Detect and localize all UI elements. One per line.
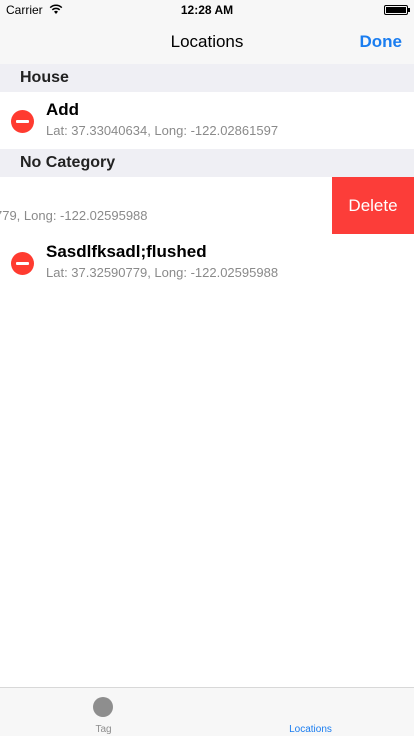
circle-icon (93, 697, 113, 717)
location-coordinates: Lat: 37.33040634, Long: -122.02861597 (46, 123, 279, 138)
location-coordinates: 7.32590779, Long: -122.02595988 (0, 208, 148, 223)
tab-locations[interactable]: Locations (207, 688, 414, 736)
delete-button[interactable]: Delete (332, 177, 414, 235)
status-time: 12:28 AM (180, 3, 234, 17)
location-title: Add (46, 100, 80, 119)
page-title: Locations (170, 32, 244, 51)
tab-bar: Tag Locations (0, 687, 414, 736)
section-header-house: House (0, 64, 414, 92)
section-header-no-category: No Category (0, 149, 414, 177)
location-row-swiped[interactable]: ed 7.32590779, Long: -122.02595988 Delet… (0, 177, 414, 235)
location-coordinates: Lat: 37.32590779, Long: -122.02595988 (46, 265, 279, 280)
battery-icon (384, 5, 410, 15)
navigation-bar: Locations Done (0, 20, 414, 64)
location-row-sasdlfksadl[interactable]: Sasdlfksadl;flushed Lat: 37.32590779, Lo… (0, 234, 414, 292)
location-row-add[interactable]: Add Lat: 37.33040634, Long: -122.0286159… (0, 92, 414, 150)
section-title: House (20, 69, 69, 86)
done-button[interactable]: Done (360, 32, 403, 52)
tab-tag[interactable]: Tag (0, 688, 207, 736)
location-title: Sasdlfksadl;flushed (46, 242, 207, 261)
delete-minus-icon[interactable] (11, 252, 34, 275)
section-title: No Category (20, 154, 116, 171)
delete-minus-icon[interactable] (11, 110, 34, 133)
tab-label: Tag (95, 724, 112, 735)
status-bar: Carrier 12:28 AM (0, 0, 414, 20)
tab-label: Locations (289, 724, 332, 735)
